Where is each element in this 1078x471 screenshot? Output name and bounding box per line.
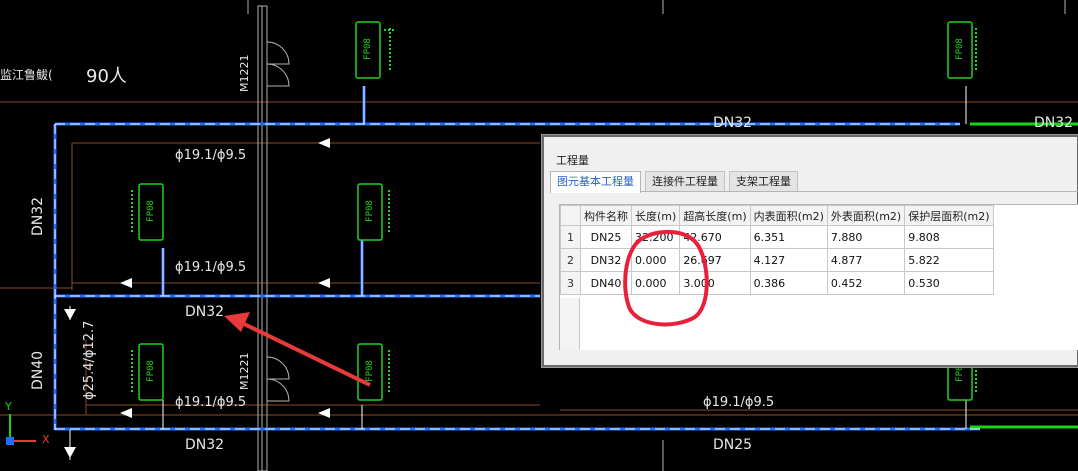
door-label-top: M1221 bbox=[238, 54, 251, 93]
row-header-filler bbox=[560, 298, 580, 350]
room-capacity-text: 90人 bbox=[86, 66, 127, 87]
fp-unit-label: FP08 bbox=[955, 38, 965, 60]
row-number-header bbox=[560, 205, 581, 226]
row-number: 3 bbox=[560, 271, 581, 295]
tab-basic-quantity[interactable]: 图元基本工程量 bbox=[550, 171, 641, 193]
size-label-vertical: ɸ25.4/ɸ12.7 bbox=[82, 320, 97, 400]
col-header[interactable]: 保护层面积(m2) bbox=[904, 205, 994, 226]
tab-support-quantity[interactable]: 支架工程量 bbox=[729, 171, 798, 191]
size-label-1: ɸ19.1/ɸ9.5 bbox=[175, 148, 247, 163]
tab-connector-quantity[interactable]: 连接件工程量 bbox=[645, 171, 725, 191]
row-number: 2 bbox=[560, 248, 581, 272]
red-circle-annotation bbox=[623, 229, 709, 327]
top-left-room-text: 监江鲁鲅( bbox=[0, 68, 53, 82]
fp-unit-label: FP08 bbox=[363, 38, 373, 60]
fp-unit-label: FP08 bbox=[146, 360, 156, 382]
fp-unit-label: FP08 bbox=[365, 360, 375, 382]
row-number: 1 bbox=[560, 225, 581, 249]
fp-unit-label: FP08 bbox=[146, 200, 156, 222]
door-label-bottom: M1221 bbox=[238, 352, 251, 391]
pipe-label-dn32-bottom: DN32 bbox=[185, 437, 225, 453]
cell-protect-area[interactable]: 9.808 bbox=[904, 225, 994, 249]
cell-inner-area[interactable]: 6.351 bbox=[749, 225, 828, 249]
col-header[interactable]: 外表面积(m2) bbox=[826, 205, 906, 226]
pipe-label-dn25-bottom: DN25 bbox=[713, 437, 753, 453]
table-header-row: 构件名称 长度(m) 超高长度(m) 内表面积(m2) 外表面积(m2) 保护层… bbox=[560, 205, 994, 226]
col-header[interactable]: 内表面积(m2) bbox=[749, 205, 828, 226]
cell-inner-area[interactable]: 4.127 bbox=[749, 248, 828, 272]
cell-outer-area[interactable]: 4.877 bbox=[826, 248, 906, 272]
fp-unit-label: FP08 bbox=[365, 200, 375, 222]
size-label-3: ɸ19.1/ɸ9.5 bbox=[175, 395, 247, 410]
ucs-axis-icon bbox=[6, 414, 36, 445]
cell-outer-area[interactable]: 7.880 bbox=[826, 225, 906, 249]
pipe-label-dn32-vertical: DN32 bbox=[30, 196, 46, 236]
axis-y-label: Y bbox=[5, 400, 12, 413]
col-header[interactable]: 超高长度(m) bbox=[679, 205, 751, 226]
cell-protect-area[interactable]: 5.822 bbox=[904, 248, 994, 272]
cell-protect-area[interactable]: 0.530 bbox=[904, 271, 994, 295]
axis-x-label: X bbox=[42, 433, 50, 446]
col-header[interactable]: 构件名称 bbox=[580, 205, 632, 226]
panel-tabs: 图元基本工程量 连接件工程量 支架工程量 bbox=[550, 171, 1078, 193]
cell-outer-area[interactable]: 0.452 bbox=[826, 271, 906, 295]
pipe-label-dn32-right: DN32 bbox=[1034, 115, 1074, 131]
panel-title: 工程量 bbox=[556, 154, 589, 167]
cell-inner-area[interactable]: 0.386 bbox=[749, 271, 828, 295]
pipe-label-dn32-top: DN32 bbox=[713, 115, 753, 131]
col-header[interactable]: 长度(m) bbox=[630, 205, 681, 226]
pipe-label-dn32-mid: DN32 bbox=[185, 304, 225, 320]
size-label-2: ɸ19.1/ɸ9.5 bbox=[175, 260, 247, 275]
flow-arrows bbox=[64, 138, 330, 458]
size-label-4: ɸ19.1/ɸ9.5 bbox=[703, 395, 775, 410]
pipe-label-dn40-vertical: DN40 bbox=[30, 350, 46, 390]
